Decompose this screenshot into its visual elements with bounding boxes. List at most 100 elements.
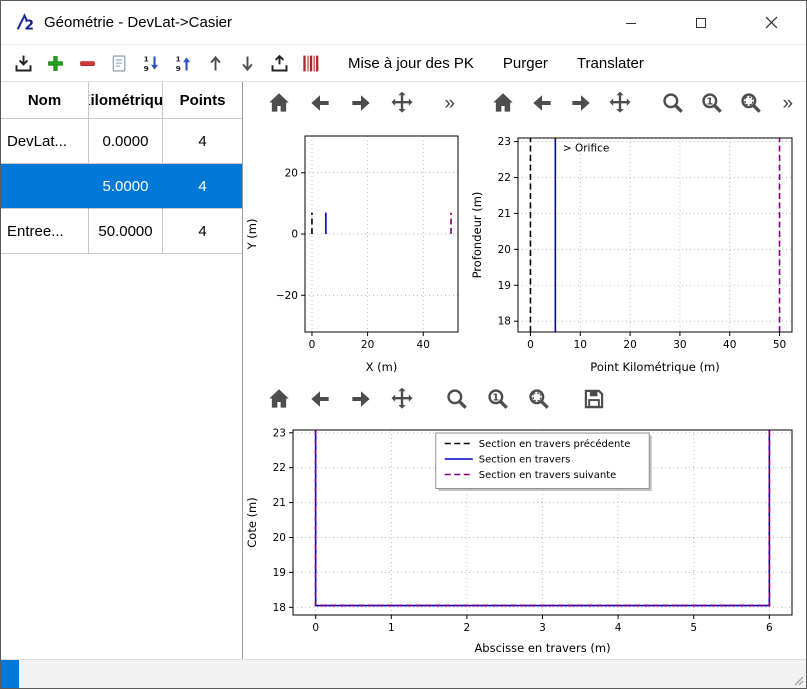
back-button[interactable] xyxy=(306,89,334,117)
move-down-button[interactable] xyxy=(235,51,260,76)
zoom-selection-button[interactable] xyxy=(525,385,553,413)
forward-button[interactable] xyxy=(347,385,375,413)
export-button[interactable] xyxy=(267,51,292,76)
document-icon xyxy=(109,53,130,74)
cell-nom[interactable]: Entree... xyxy=(1,209,89,254)
svg-text:X (m): X (m) xyxy=(366,360,398,374)
cell-points[interactable]: 4 xyxy=(163,164,242,209)
back-icon xyxy=(529,90,555,116)
svg-text:20: 20 xyxy=(498,244,511,256)
maximize-button[interactable] xyxy=(666,1,736,44)
close-button[interactable] xyxy=(736,1,806,44)
zoom-1-button[interactable] xyxy=(699,89,725,117)
save-button[interactable] xyxy=(580,385,608,413)
remove-button[interactable] xyxy=(75,51,100,76)
toolbar-overflow-button[interactable]: » xyxy=(439,94,460,113)
top-plots-row: » 02040−20020X (m)Y (m) » xyxy=(243,82,806,378)
save-icon xyxy=(581,386,607,412)
forward-icon xyxy=(348,90,374,116)
plan-toolbar: » xyxy=(243,82,468,124)
svg-text:5: 5 xyxy=(690,622,697,634)
cell-nom[interactable] xyxy=(1,164,89,209)
svg-text:3: 3 xyxy=(539,622,546,634)
edit-button[interactable] xyxy=(107,51,132,76)
pan-icon xyxy=(607,90,633,116)
sort-descending-button[interactable]: 1 9 xyxy=(139,51,164,76)
forward-button[interactable] xyxy=(568,89,594,117)
plan-view-chart[interactable]: 02040−20020X (m)Y (m) xyxy=(243,124,468,378)
sort-ascending-button[interactable]: 1 9 xyxy=(171,51,196,76)
zoom-button[interactable] xyxy=(660,89,686,117)
back-button[interactable] xyxy=(529,89,555,117)
window-controls xyxy=(596,1,806,44)
svg-text:20: 20 xyxy=(273,532,286,544)
resize-grip[interactable] xyxy=(790,672,804,686)
update-pk-button[interactable]: Mise à jour des PK xyxy=(337,50,485,77)
cell-pk[interactable]: 5.0000 xyxy=(89,164,163,209)
svg-text:18: 18 xyxy=(273,602,286,614)
home-button[interactable] xyxy=(490,89,516,117)
forward-icon xyxy=(568,90,594,116)
zoom-button[interactable] xyxy=(443,385,471,413)
svg-text:20: 20 xyxy=(361,339,374,351)
cross-section-chart[interactable]: 0123456181920212223Abscisse en travers (… xyxy=(243,420,806,659)
toolbar-overflow-button[interactable]: » xyxy=(777,94,798,113)
svg-text:30: 30 xyxy=(673,339,686,351)
export-icon xyxy=(269,53,290,74)
pan-button[interactable] xyxy=(388,385,416,413)
dock-handle[interactable] xyxy=(1,660,19,688)
table-empty-area xyxy=(1,254,242,659)
translate-button[interactable]: Translater xyxy=(566,50,655,77)
back-button[interactable] xyxy=(306,385,334,413)
svg-text:22: 22 xyxy=(273,462,286,474)
pan-button[interactable] xyxy=(388,89,416,117)
add-button[interactable] xyxy=(43,51,68,76)
column-header-kilometrique[interactable]: Kilométrique xyxy=(89,82,163,119)
svg-text:19: 19 xyxy=(498,280,511,292)
svg-text:6: 6 xyxy=(766,622,773,634)
home-icon xyxy=(266,90,292,116)
svg-text:Abscisse en travers (m): Abscisse en travers (m) xyxy=(474,641,610,655)
svg-text:Section en travers précédente: Section en travers précédente xyxy=(479,438,631,450)
plus-icon xyxy=(45,53,66,74)
cell-nom[interactable]: DevLat... xyxy=(1,119,89,164)
minimize-button[interactable] xyxy=(596,1,666,44)
home-button[interactable] xyxy=(265,385,293,413)
forward-icon xyxy=(348,386,374,412)
cell-points[interactable]: 4 xyxy=(163,119,242,164)
profile-toolbar: » xyxy=(468,82,806,124)
zoom-selection-button[interactable] xyxy=(738,89,764,117)
home-button[interactable] xyxy=(265,89,293,117)
purge-button[interactable]: Purger xyxy=(492,50,559,77)
cell-pk[interactable]: 50.0000 xyxy=(89,209,163,254)
forward-button[interactable] xyxy=(347,89,375,117)
svg-text:20: 20 xyxy=(285,167,298,179)
profile-chart[interactable]: 01020304050181920212223Point Kilométriqu… xyxy=(468,124,806,378)
pan-button[interactable] xyxy=(607,89,633,117)
svg-text:9: 9 xyxy=(144,63,149,72)
cell-pk[interactable]: 0.0000 xyxy=(89,119,163,164)
move-up-button[interactable] xyxy=(203,51,228,76)
column-header-nom[interactable]: Nom xyxy=(1,82,89,119)
import-icon xyxy=(13,53,34,74)
svg-text:Y (m): Y (m) xyxy=(245,219,259,251)
import-button[interactable] xyxy=(11,51,36,76)
svg-text:1: 1 xyxy=(388,622,395,634)
svg-text:Profondeur (m): Profondeur (m) xyxy=(470,192,484,279)
sections-table: Nom Kilométrique Points DevLat... 0.0000… xyxy=(1,82,242,254)
svg-text:40: 40 xyxy=(417,339,430,351)
zoom-1-button[interactable] xyxy=(484,385,512,413)
pk-stripes-button[interactable] xyxy=(299,51,324,76)
cell-points[interactable]: 4 xyxy=(163,209,242,254)
zoom-selection-icon xyxy=(738,90,764,116)
minimize-icon xyxy=(625,17,637,29)
column-header-points[interactable]: Points xyxy=(163,82,242,119)
svg-text:2: 2 xyxy=(464,622,471,634)
svg-text:23: 23 xyxy=(273,427,286,439)
svg-text:9: 9 xyxy=(176,63,181,72)
home-icon xyxy=(490,90,516,116)
svg-text:23: 23 xyxy=(498,136,511,148)
plots-area: » 02040−20020X (m)Y (m) » xyxy=(243,82,806,659)
svg-text:20: 20 xyxy=(623,339,636,351)
maximize-icon xyxy=(695,17,707,29)
